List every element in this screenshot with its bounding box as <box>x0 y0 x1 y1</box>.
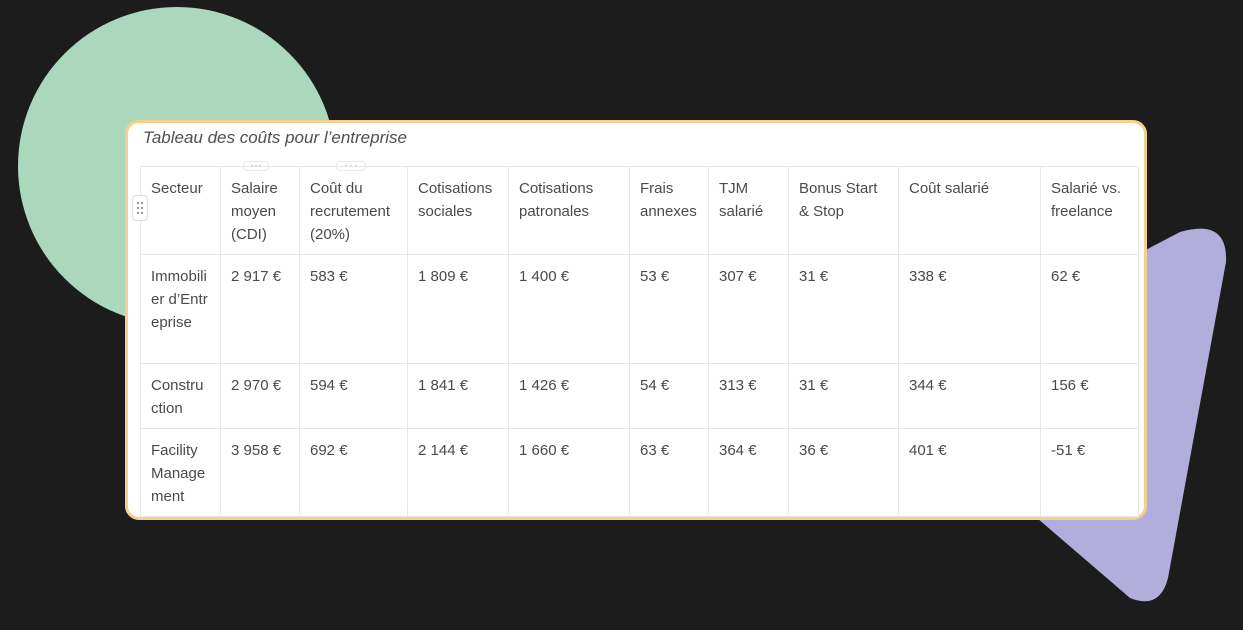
drag-handle-icon[interactable] <box>132 195 148 221</box>
table-cell[interactable]: 1 809 € <box>407 254 509 364</box>
table-cell[interactable]: 313 € <box>708 363 789 429</box>
table-cell[interactable]: Facility Management <box>140 428 221 517</box>
table-cell[interactable]: 2 970 € <box>220 363 300 429</box>
table-cell[interactable]: 36 € <box>788 428 899 517</box>
table-cell[interactable]: 2 917 € <box>220 254 300 364</box>
header-cell[interactable]: Secteur <box>140 166 221 255</box>
table-cell[interactable]: 401 € <box>898 428 1041 517</box>
table-cell[interactable]: 1 426 € <box>508 363 630 429</box>
page-background: Tableau des coûts pour l’entreprise Sect… <box>0 0 1243 630</box>
table-cell[interactable]: 692 € <box>299 428 408 517</box>
table-cell[interactable]: 1 841 € <box>407 363 509 429</box>
table-cell[interactable]: 31 € <box>788 363 899 429</box>
table-cell[interactable]: 1 400 € <box>508 254 630 364</box>
header-cell[interactable]: Bonus Start & Stop <box>788 166 899 255</box>
table-cell[interactable]: 31 € <box>788 254 899 364</box>
header-cell[interactable]: Frais annexes <box>629 166 709 255</box>
table-cell[interactable]: 583 € <box>299 254 408 364</box>
table-cell[interactable]: 594 € <box>299 363 408 429</box>
header-cell[interactable]: Salarié vs. freelance <box>1040 166 1139 255</box>
table-caption: Tableau des coûts pour l’entreprise <box>143 128 407 147</box>
table-cell[interactable]: 156 € <box>1040 363 1139 429</box>
header-cell[interactable]: Salaire moyen (CDI) <box>220 166 300 255</box>
table-cell[interactable]: 344 € <box>898 363 1041 429</box>
cost-table: Secteur Salaire moyen (CDI) Coût du recr… <box>140 166 1139 517</box>
table-cell[interactable]: 307 € <box>708 254 789 364</box>
header-cell[interactable]: TJM salarié <box>708 166 789 255</box>
table-cell[interactable]: 1 660 € <box>508 428 630 517</box>
table-card: Tableau des coûts pour l’entreprise Sect… <box>125 120 1147 520</box>
table-cell[interactable]: 338 € <box>898 254 1041 364</box>
table-cell[interactable]: 2 144 € <box>407 428 509 517</box>
table-cell[interactable]: 62 € <box>1040 254 1139 364</box>
table-cell[interactable]: 63 € <box>629 428 709 517</box>
header-cell[interactable]: Coût du recrutement (20%) <box>299 166 408 255</box>
table-row: Immobilier d’Entreprise 2 917 € 583 € 1 … <box>140 254 1139 364</box>
header-cell[interactable]: Cotisations sociales <box>407 166 509 255</box>
table-cell[interactable]: Immobilier d’Entreprise <box>140 254 221 364</box>
table-cell[interactable]: 3 958 € <box>220 428 300 517</box>
table-cell[interactable]: Construction <box>140 363 221 429</box>
table-row: Construction 2 970 € 594 € 1 841 € 1 426… <box>140 363 1139 429</box>
table-cell[interactable]: -51 € <box>1040 428 1139 517</box>
table-cell[interactable]: 54 € <box>629 363 709 429</box>
table-row: Facility Management 3 958 € 692 € 2 144 … <box>140 428 1139 517</box>
header-cell[interactable]: Coût salarié <box>898 166 1041 255</box>
header-cell[interactable]: Cotisations patronales <box>508 166 630 255</box>
table-cell[interactable]: 53 € <box>629 254 709 364</box>
table-header-row: Secteur Salaire moyen (CDI) Coût du recr… <box>140 166 1139 255</box>
table-cell[interactable]: 364 € <box>708 428 789 517</box>
